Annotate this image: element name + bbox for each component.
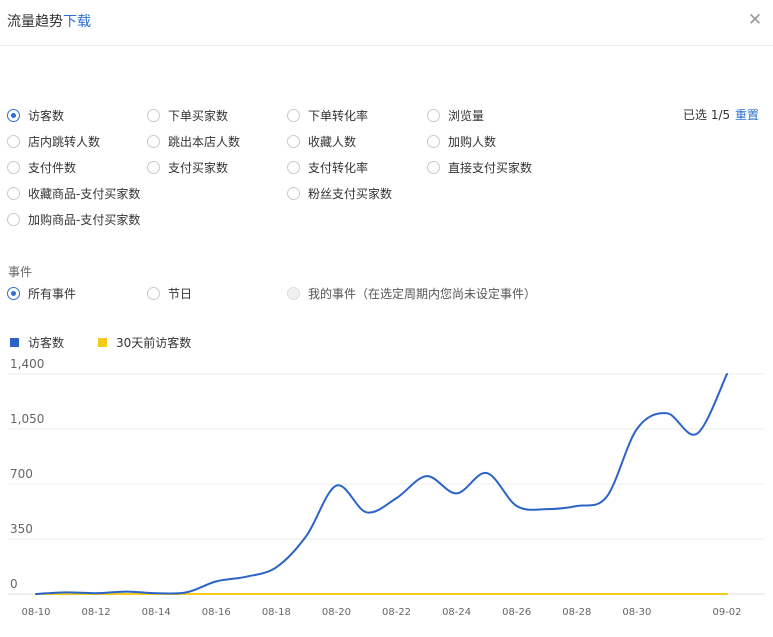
dialog-header: 流量趋势下载 ✕ (0, 0, 773, 46)
metric-label: 下单转化率 (308, 108, 369, 123)
x-tick-label: 09-02 (712, 607, 741, 618)
x-tick-label: 08-16 (202, 607, 231, 618)
metric-label: 加购人数 (448, 134, 497, 149)
legend-item-previous[interactable]: 30天前访客数 (98, 334, 191, 350)
event-label: 所有事件 (28, 286, 77, 301)
event-option: 我的事件（在选定周期内您尚未设定事件） (287, 284, 536, 302)
legend-swatch-current (10, 337, 19, 347)
legend-swatch-previous (98, 337, 107, 347)
metric-option[interactable]: 浏览量 (427, 106, 484, 124)
event-option[interactable]: 所有事件 (7, 284, 76, 302)
metric-option[interactable]: 跳出本店人数 (147, 132, 240, 150)
metric-option[interactable]: 访客数 (7, 106, 64, 124)
x-tick-label: 08-18 (262, 607, 291, 618)
metric-radio[interactable] (287, 108, 300, 122)
metric-radio[interactable] (287, 134, 300, 148)
x-tick-label: 08-24 (442, 607, 471, 618)
metric-radio[interactable] (147, 134, 160, 148)
metric-option[interactable]: 粉丝支付买家数 (287, 184, 392, 202)
x-tick-label: 08-10 (21, 607, 50, 618)
legend-item-current[interactable]: 访客数 (10, 334, 64, 350)
y-tick-label: 1,400 (10, 357, 44, 371)
metric-label: 粉丝支付买家数 (308, 186, 393, 201)
dialog-title: 流量趋势下载 (7, 11, 91, 31)
metric-radio[interactable] (427, 108, 440, 122)
event-radio[interactable] (7, 286, 20, 300)
metric-option[interactable]: 支付件数 (7, 158, 76, 176)
metric-label: 访客数 (28, 108, 65, 123)
download-link[interactable]: 下载 (63, 14, 91, 30)
metric-radio[interactable] (7, 212, 20, 226)
metric-radio[interactable] (427, 134, 440, 148)
metric-option[interactable]: 加购商品-支付买家数 (7, 210, 140, 228)
event-label: 节日 (168, 286, 193, 301)
metric-label: 直接支付买家数 (448, 160, 533, 175)
traffic-trend-chart: 0 350 700 1,050 1,400 08-10 08-12 08-14 08-16 08-… (8, 357, 765, 618)
selection-count: 已选 1/5 (683, 108, 731, 122)
x-tick-label: 08-14 (142, 607, 171, 618)
legend-label-previous: 30天前访客数 (116, 335, 192, 350)
metric-label: 店内跳转人数 (28, 134, 101, 149)
x-tick-label: 08-22 (382, 607, 411, 618)
events-title: 事件 (8, 265, 33, 279)
metric-option[interactable]: 支付转化率 (287, 158, 368, 176)
metric-option[interactable]: 下单买家数 (147, 106, 228, 124)
x-tick-label: 08-20 (322, 607, 351, 618)
event-option[interactable]: 节日 (147, 284, 192, 302)
metric-option[interactable]: 店内跳转人数 (7, 132, 100, 150)
y-tick-label: 700 (10, 467, 33, 481)
metric-radio[interactable] (7, 160, 20, 174)
metric-option[interactable]: 支付买家数 (147, 158, 228, 176)
x-tick-label: 08-26 (502, 607, 531, 618)
metric-label: 下单买家数 (168, 108, 229, 123)
metric-radio[interactable] (7, 186, 20, 200)
metric-radio[interactable] (287, 160, 300, 174)
metric-label: 支付件数 (28, 160, 77, 175)
metric-option[interactable]: 下单转化率 (287, 106, 368, 124)
metric-radio[interactable] (287, 186, 300, 200)
y-tick-label: 350 (10, 522, 33, 536)
x-tick-label: 08-28 (562, 607, 591, 618)
event-radio[interactable] (147, 286, 160, 300)
metric-option[interactable]: 直接支付买家数 (427, 158, 532, 176)
metric-option[interactable]: 收藏商品-支付买家数 (7, 184, 140, 202)
x-tick-label: 08-12 (82, 607, 111, 618)
metric-option[interactable]: 收藏人数 (287, 132, 356, 150)
metric-label: 收藏商品-支付买家数 (28, 186, 141, 201)
metric-radio[interactable] (7, 108, 20, 122)
y-tick-label: 1,050 (10, 412, 44, 426)
reset-button[interactable]: 重置 (735, 106, 759, 123)
close-icon[interactable]: ✕ (745, 10, 765, 30)
metric-label: 支付转化率 (308, 160, 369, 175)
metric-option[interactable]: 加购人数 (427, 132, 496, 150)
title-text: 流量趋势 (7, 14, 63, 30)
metric-label: 支付买家数 (168, 160, 229, 175)
metric-label: 跳出本店人数 (168, 134, 241, 149)
metric-radio[interactable] (427, 160, 440, 174)
x-tick-label: 08-30 (622, 607, 651, 618)
metric-label: 加购商品-支付买家数 (28, 212, 141, 227)
metric-radio[interactable] (7, 134, 20, 148)
metric-radio[interactable] (147, 108, 160, 122)
metric-radio[interactable] (147, 160, 160, 174)
y-tick-label: 0 (10, 577, 18, 591)
metric-label: 收藏人数 (308, 134, 357, 149)
metric-label: 浏览量 (448, 108, 485, 123)
event-label: 我的事件（在选定周期内您尚未设定事件） (308, 286, 537, 301)
event-radio (287, 286, 300, 300)
legend-label-current: 访客数 (28, 335, 65, 350)
